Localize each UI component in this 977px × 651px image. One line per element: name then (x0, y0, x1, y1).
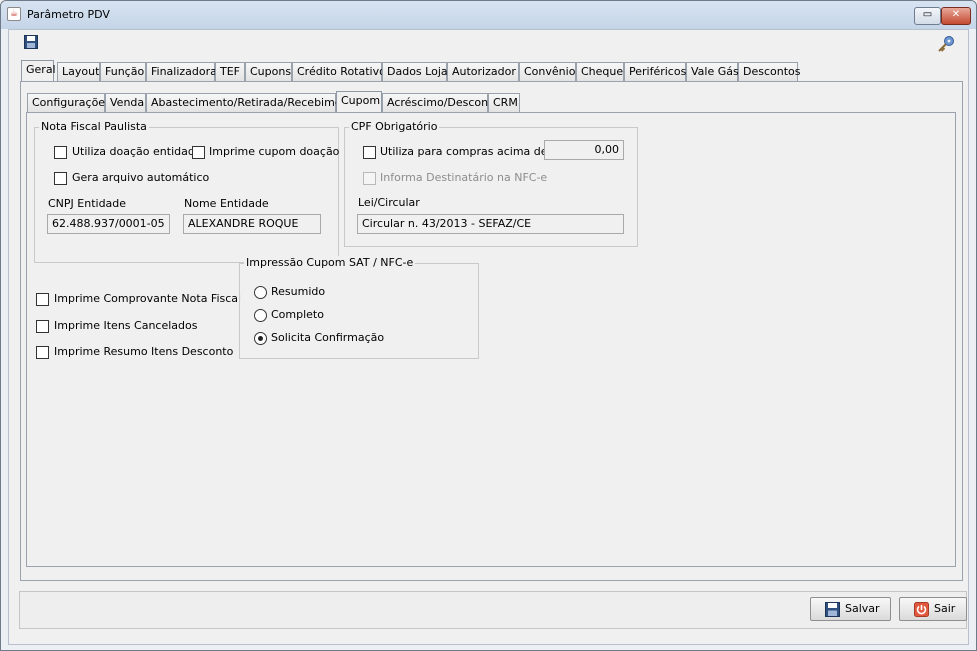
resumido-radio[interactable] (254, 286, 267, 299)
nota-fiscal-paulista-group: Nota Fiscal Paulista Utiliza doação enti… (34, 120, 340, 263)
tab-perifericos[interactable]: Periféricos (624, 62, 686, 81)
nome-entidade-field[interactable]: ALEXANDRE ROQUE (183, 214, 321, 234)
valor-compras-field[interactable]: 0,00 (544, 140, 624, 160)
cpf-obrigatorio-legend: CPF Obrigatório (349, 120, 440, 133)
imprime-itens-cancelados-checkbox[interactable] (36, 320, 49, 333)
floppy-disk-icon[interactable] (24, 35, 38, 49)
imprime-itens-cancelados-label: Imprime Itens Cancelados (54, 319, 198, 332)
utiliza-doacao-label: Utiliza doação entidade (72, 145, 202, 158)
tab-crm[interactable]: CRM (488, 93, 520, 112)
informa-destinatario-checkbox[interactable] (363, 172, 376, 185)
informa-destinatario-label: Informa Destinatário na NFC-e (380, 171, 548, 184)
lei-circular-field[interactable]: Circular n. 43/2013 - SEFAZ/CE (357, 214, 624, 234)
sair-button[interactable]: Sair (899, 597, 967, 621)
tab-cupom[interactable]: Cupom (336, 91, 382, 112)
gera-arquivo-checkbox[interactable] (54, 172, 67, 185)
client-area: Geral Layout Função Finalizadora TEF Cup… (8, 29, 969, 645)
radio-selected-dot (258, 336, 263, 341)
tab-geral[interactable]: Geral (21, 60, 56, 81)
cpf-obrigatorio-group: CPF Obrigatório Utiliza para compras aci… (344, 120, 638, 247)
close-button[interactable]: ✕ (941, 7, 971, 25)
solicita-confirmacao-label: Solicita Confirmação (271, 331, 385, 344)
tab-cupons[interactable]: Cupons (245, 62, 292, 81)
resumido-label: Resumido (271, 285, 326, 298)
salvar-label: Salvar (845, 602, 880, 615)
tab-acrescimo-desconto[interactable]: Acréscimo/Desconto (382, 93, 499, 112)
key-icon[interactable] (937, 35, 955, 53)
tab-tef[interactable]: TEF (215, 62, 245, 81)
tab-venda[interactable]: Venda (105, 93, 146, 112)
tab-configuracoes[interactable]: Configurações (27, 93, 111, 112)
imprime-cupom-doacao-checkbox[interactable] (192, 146, 205, 159)
title-bar[interactable]: ☕ Parâmetro PDV ▭ ✕ (1, 1, 976, 29)
window-title: Parâmetro PDV (27, 8, 110, 21)
tab-funcao[interactable]: Função (100, 62, 146, 81)
tab-dados-loja[interactable]: Dados Loja (382, 62, 448, 81)
bottom-bar: Salvar Sair (19, 591, 967, 629)
nome-entidade-label: Nome Entidade (184, 197, 269, 210)
app-window: ☕ Parâmetro PDV ▭ ✕ Geral Layout Função … (0, 0, 977, 651)
imprime-comprovante-label: Imprime Comprovante Nota Fiscal (54, 292, 242, 305)
floppy-disk-icon (825, 602, 840, 617)
tab-layout[interactable]: Layout (57, 62, 100, 81)
power-icon (914, 602, 929, 617)
tab-finalizadora[interactable]: Finalizadora (146, 62, 217, 81)
tab-convenio[interactable]: Convênio (519, 62, 576, 81)
cnpj-entidade-field[interactable]: 62.488.937/0001-05 (47, 214, 170, 234)
completo-label: Completo (271, 308, 324, 321)
java-app-icon: ☕ (7, 7, 21, 21)
solicita-confirmacao-radio[interactable] (254, 332, 267, 345)
impressao-cupom-group: Impressão Cupom SAT / NFC-e Resumido Com… (239, 256, 479, 359)
geral-panel: Configurações Venda Abastecimento/Retira… (20, 81, 963, 581)
gera-arquivo-label: Gera arquivo automático (72, 171, 210, 184)
tab-credito-rotativo[interactable]: Crédito Rotativo (292, 62, 386, 81)
salvar-button[interactable]: Salvar (810, 597, 891, 621)
tab-descontos[interactable]: Descontos (738, 62, 801, 81)
tab-cheque[interactable]: Cheque (576, 62, 624, 81)
tab-autorizador[interactable]: Autorizador (447, 62, 519, 81)
completo-radio[interactable] (254, 309, 267, 322)
nota-fiscal-paulista-legend: Nota Fiscal Paulista (39, 120, 149, 133)
tab-vale-gas[interactable]: Vale Gás (686, 62, 739, 81)
imprime-cupom-doacao-label: Imprime cupom doação (209, 145, 340, 158)
utiliza-compras-label: Utiliza para compras acima de R$ (380, 145, 566, 158)
cupom-panel: Nota Fiscal Paulista Utiliza doação enti… (26, 112, 956, 567)
impressao-cupom-legend: Impressão Cupom SAT / NFC-e (244, 256, 416, 269)
utiliza-compras-checkbox[interactable] (363, 146, 376, 159)
tab-abastecimento[interactable]: Abastecimento/Retirada/Recebimento (146, 93, 360, 112)
cnpj-entidade-label: CNPJ Entidade (48, 197, 127, 210)
imprime-comprovante-checkbox[interactable] (36, 293, 49, 306)
maximize-button[interactable]: ▭ (914, 7, 941, 25)
lei-circular-label: Lei/Circular (358, 196, 420, 209)
imprime-resumo-label: Imprime Resumo Itens Desconto (54, 345, 234, 358)
imprime-resumo-checkbox[interactable] (36, 346, 49, 359)
utiliza-doacao-checkbox[interactable] (54, 146, 67, 159)
sair-label: Sair (934, 602, 956, 615)
